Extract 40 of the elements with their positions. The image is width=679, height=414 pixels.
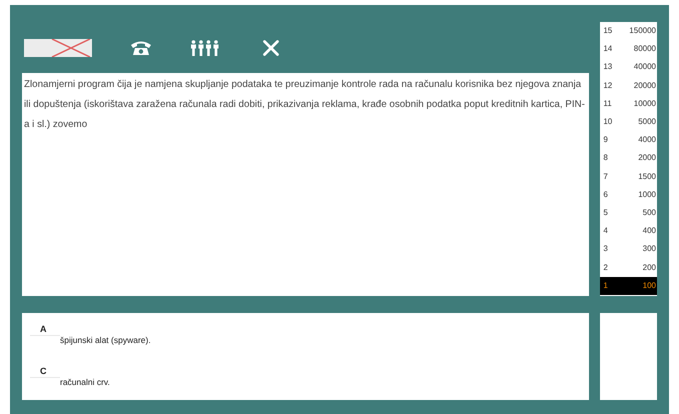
prize-amount: 80000 [634,43,656,56]
prize-amount: 10000 [634,98,656,110]
telephone-icon[interactable] [130,40,152,56]
answer-option[interactable]: C računalni crv. [30,364,582,388]
answer-letter: C [30,364,60,378]
level-number: 8 [603,152,608,164]
prize-amount: 300 [642,243,656,256]
prize-amount: 150000 [629,25,656,38]
prize-amount: 1000 [638,188,656,201]
level-number: 2 [603,262,608,274]
level-number: 6 [603,188,608,201]
question-text: Zlonamjerni program čija je namjena skupljanje podataka te preuzimanje kontrole rada na računalu korisnika bez njegova znanja ili dopuštenja (iskorištava zaražena računala radi dobiti, prikazivanja reklama, krađe osobnih podatka poput kreditnih kartica, PIN-a i sl.) zovemo [24,78,586,132]
level-number: 10 [603,116,612,128]
prize-amount: 100 [642,280,656,292]
level-number: 12 [603,80,612,92]
level-number: 7 [603,170,608,183]
prize-amount: 400 [642,225,656,238]
prize-amount: 500 [642,206,656,219]
fifty-fifty-icon[interactable] [24,38,92,56]
prize-amount: 200 [642,262,656,274]
level-number: 11 [603,98,612,110]
answer-text: špijunski alat (spyware). [59,334,152,347]
prize-amount: 40000 [634,61,656,74]
prize-amount: 2000 [638,152,656,164]
people-icon[interactable] [190,40,220,56]
level-number: 3 [603,243,608,256]
level-number: 15 [603,25,612,38]
answer-text: računalni crv. [59,376,111,388]
level-number: 9 [603,134,608,146]
level-number: 5 [603,206,608,219]
prize-amount: 1500 [638,170,656,183]
level-number: 4 [603,225,608,238]
prize-amount: 5000 [638,116,656,128]
level-number: 13 [603,61,612,74]
level-number: 14 [603,43,612,56]
level-number: 1 [603,280,608,292]
prize-amount: 20000 [634,80,656,92]
prize-amount: 4000 [638,134,656,146]
answer-option[interactable]: A špijunski alat (spyware). [30,323,582,347]
answer-letter: A [30,323,60,336]
